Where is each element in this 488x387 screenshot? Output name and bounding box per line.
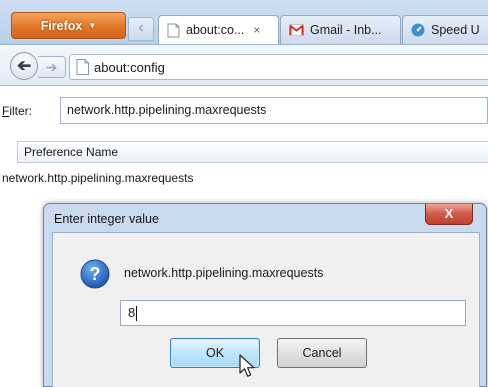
ok-button-label: OK: [205, 346, 225, 360]
mouse-pointer-icon: [239, 354, 255, 377]
filter-label: Filter:: [2, 104, 60, 118]
back-button[interactable]: ➔: [10, 52, 38, 80]
tab-label: Speed U: [431, 23, 480, 37]
page-icon: [76, 59, 89, 75]
question-icon: ?: [80, 259, 110, 289]
integer-value-text: 8: [128, 305, 136, 320]
tab-strip: Firefox ▼ ‹ about:co... × Gmail - Inb...…: [0, 0, 488, 44]
filter-row: Filter: network.http.pipelining.maxreque…: [2, 97, 488, 124]
gmail-icon: [289, 24, 304, 36]
svg-text:?: ?: [90, 264, 101, 284]
cancel-button-label: Cancel: [302, 346, 342, 360]
close-icon: X: [444, 206, 454, 221]
close-tab-icon[interactable]: ×: [253, 23, 260, 37]
tab-gmail[interactable]: Gmail - Inb...: [280, 15, 401, 44]
dialog-body: ? network.http.pipelining.maxrequests 8 …: [52, 232, 480, 387]
dialog-title: Enter integer value: [54, 212, 159, 226]
firefox-menu-label: Firefox: [40, 18, 83, 33]
dialog-close-button[interactable]: X: [425, 204, 473, 225]
tab-about-config[interactable]: about:co... ×: [158, 15, 279, 44]
column-header-preference-name[interactable]: Preference Name: [17, 141, 488, 163]
integer-value-input[interactable]: 8: [120, 300, 466, 326]
tab-scroll-left-button[interactable]: ‹: [128, 17, 154, 41]
url-bar[interactable]: about:config: [69, 54, 488, 80]
table-row[interactable]: network.http.pipelining.maxrequests: [0, 171, 193, 185]
navigation-bar: ➔ ➔ about:config: [0, 44, 488, 86]
forward-button[interactable]: ➔: [38, 56, 66, 78]
filter-label-text: ilter:: [9, 103, 33, 118]
enter-integer-dialog: Enter integer value X ? network.http.pip…: [43, 203, 487, 387]
back-arrow-icon: ➔: [16, 56, 32, 75]
tab-label: Gmail - Inb...: [310, 23, 382, 37]
speed-icon: [411, 23, 425, 37]
tab-label: about:co...: [186, 23, 245, 37]
text-caret: [136, 306, 138, 322]
page-icon: [167, 23, 180, 37]
tab-speed[interactable]: Speed U: [402, 15, 488, 44]
cancel-button[interactable]: Cancel: [277, 338, 367, 368]
dropdown-arrow-icon: ▼: [88, 21, 97, 30]
forward-arrow-icon: ➔: [45, 58, 58, 75]
filter-input[interactable]: network.http.pipelining.maxrequests: [60, 97, 488, 124]
url-text: about:config: [94, 59, 165, 75]
firefox-menu-button[interactable]: Firefox ▼: [11, 12, 126, 39]
dialog-message: network.http.pipelining.maxrequests: [124, 266, 324, 280]
